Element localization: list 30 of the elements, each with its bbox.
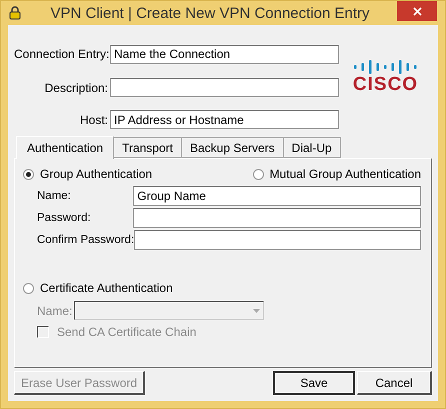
radio-option[interactable]: Certificate Authentication <box>23 281 421 295</box>
tab[interactable]: Backup Servers <box>180 137 284 158</box>
logo-bars-icon <box>352 59 420 75</box>
field-label: Host: <box>78 112 109 126</box>
text-field[interactable] <box>134 230 421 250</box>
radio-option[interactable]: Group Authentication <box>23 167 152 181</box>
text-field[interactable]: Name the Connection <box>110 44 339 64</box>
tab[interactable]: Authentication <box>16 136 114 159</box>
logo-text: CISCO <box>352 75 418 95</box>
field-label: Name: <box>37 304 72 318</box>
padlock-icon <box>9 6 21 20</box>
field-label: Password: <box>37 212 92 224</box>
dialog-button[interactable]: Cancel <box>357 371 432 395</box>
text-field[interactable]: IP Address or Hostname <box>110 110 339 129</box>
text-field[interactable]: Group Name <box>133 186 421 206</box>
checkbox-label: Send CA Certificate Chain <box>57 325 196 339</box>
text-field[interactable] <box>110 78 339 97</box>
dropdown-arrow-icon <box>253 308 260 312</box>
field-label: Name: <box>37 190 72 202</box>
radio-option[interactable]: Mutual Group Authentication <box>252 167 421 181</box>
close-button[interactable] <box>397 1 437 21</box>
tab[interactable]: Transport <box>113 137 182 158</box>
field-label: Confirm Password: <box>37 234 134 246</box>
dialog-button[interactable]: Save <box>273 371 355 395</box>
field-label: Description: <box>44 80 109 94</box>
close-icon <box>412 6 422 16</box>
tab[interactable]: Dial-Up <box>282 137 341 158</box>
window-title: VPN Client | Create New VPN Connection Entry <box>49 4 371 22</box>
text-field[interactable] <box>133 208 421 228</box>
field-label: Connection Entry: <box>14 47 110 61</box>
